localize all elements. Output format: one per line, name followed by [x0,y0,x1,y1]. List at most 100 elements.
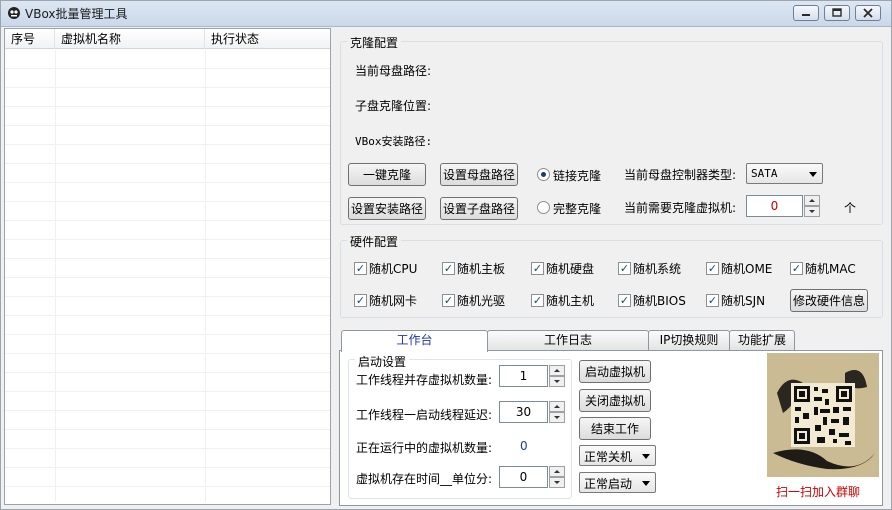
hardware-checkbox-1[interactable]: ✓ [442,262,455,275]
table-row[interactable] [5,373,330,392]
list-body [5,50,330,502]
concurrent-vm-stepper[interactable] [549,365,565,387]
vm-lifetime-input[interactable]: 0 [499,466,548,488]
set-install-path-button[interactable]: 设置安装路径 [348,197,426,220]
startup-mode-select[interactable]: 正常启动 [579,472,656,493]
row-divider [205,240,206,259]
clone-count-stepper[interactable] [804,195,820,217]
one-click-clone-button[interactable]: 一键克隆 [348,163,426,186]
controller-type-label: 当前母盘控制器类型: [624,168,737,182]
row-divider [205,373,206,392]
row-divider [205,107,206,126]
table-row[interactable] [5,107,330,126]
table-row[interactable] [5,354,330,373]
stepper-up-icon[interactable] [549,466,565,477]
table-row[interactable] [5,183,330,202]
stepper-up-icon[interactable] [804,195,820,206]
row-divider [55,297,56,316]
vm-list[interactable]: 序号 虚拟机名称 执行状态 [4,28,331,505]
table-row[interactable] [5,126,330,145]
column-header-vm-name[interactable]: 虚拟机名称 [55,29,205,49]
clone-count-label: 当前需要克隆虚拟机: [624,201,737,215]
startup-mode-value: 正常启动 [584,477,633,491]
tab-extensions[interactable]: 功能扩展 [729,330,795,350]
stepper-up-icon[interactable] [549,401,565,412]
column-header-index[interactable]: 序号 [5,29,55,49]
hardware-checkbox-10[interactable]: ✓ [706,294,719,307]
row-divider [205,487,206,502]
table-row[interactable] [5,240,330,259]
table-row[interactable] [5,221,330,240]
row-divider [55,316,56,335]
clone-count-input[interactable]: 0 [746,195,803,217]
table-row[interactable] [5,202,330,221]
stepper-up-icon[interactable] [549,365,565,376]
row-divider [205,278,206,297]
row-divider [205,259,206,278]
table-row[interactable] [5,259,330,278]
modify-hardware-button[interactable]: 修改硬件信息 [790,289,868,312]
stop-vm-button[interactable]: 关闭虚拟机 [579,389,651,412]
vm-lifetime-stepper[interactable] [549,466,565,488]
hardware-checkbox-3[interactable]: ✓ [618,262,631,275]
table-row[interactable] [5,316,330,335]
table-row[interactable] [5,88,330,107]
row-divider [55,69,56,88]
chevron-down-icon [642,454,650,459]
table-row[interactable] [5,145,330,164]
table-row[interactable] [5,411,330,430]
set-child-path-button[interactable]: 设置子盘路径 [440,197,518,220]
row-divider [205,164,206,183]
table-row[interactable] [5,468,330,487]
hardware-checkbox-6[interactable]: ✓ [354,294,367,307]
row-divider [55,164,56,183]
tab-workbench[interactable]: 工作台 [341,330,488,352]
stepper-down-icon[interactable] [549,412,565,423]
qr-code-image [767,353,879,477]
hardware-checkbox-2[interactable]: ✓ [531,262,544,275]
start-vm-button[interactable]: 启动虚拟机 [579,360,651,383]
table-row[interactable] [5,164,330,183]
maximize-button[interactable] [824,5,850,21]
hardware-checkbox-4[interactable]: ✓ [706,262,719,275]
list-header: 序号 虚拟机名称 执行状态 [5,29,330,49]
stepper-down-icon[interactable] [804,206,820,217]
table-row[interactable] [5,449,330,468]
table-row[interactable] [5,69,330,88]
table-row[interactable] [5,430,330,449]
stepper-down-icon[interactable] [549,376,565,387]
end-work-button[interactable]: 结束工作 [579,417,651,440]
tab-work-log[interactable]: 工作日志 [487,330,649,350]
table-row[interactable] [5,392,330,411]
tab-ip-switch-rules[interactable]: IP切换规则 [648,330,730,350]
row-divider [205,126,206,145]
start-delay-label: 工作线程一启动线程延迟: [356,408,493,422]
concurrent-vm-input[interactable]: 1 [499,365,548,387]
table-row[interactable] [5,297,330,316]
hardware-checkbox-0[interactable]: ✓ [354,262,367,275]
close-button[interactable] [855,5,881,21]
start-delay-stepper[interactable] [549,401,565,423]
table-row[interactable] [5,487,330,502]
table-row[interactable] [5,50,330,69]
hardware-config-title: 硬件配置 [347,233,402,250]
table-row[interactable] [5,335,330,354]
minimize-button[interactable] [793,5,819,21]
shutdown-mode-select[interactable]: 正常关机 [579,445,656,466]
qr-code-icon [767,353,879,477]
table-row[interactable] [5,278,330,297]
row-divider [55,107,56,126]
hardware-checkbox-9[interactable]: ✓ [618,294,631,307]
hardware-checkbox-7[interactable]: ✓ [442,294,455,307]
linked-clone-radio[interactable] [537,168,550,181]
controller-type-select[interactable]: SATA [746,163,823,184]
full-clone-radio[interactable] [537,201,550,214]
stepper-down-icon[interactable] [549,477,565,488]
column-header-status[interactable]: 执行状态 [205,29,325,49]
start-delay-input[interactable]: 30 [499,401,548,423]
vm-lifetime-value: 0 [519,470,528,484]
set-mother-path-button[interactable]: 设置母盘路径 [440,163,518,186]
running-vm-count: 0 [520,439,528,453]
hardware-checkbox-8[interactable]: ✓ [531,294,544,307]
hardware-checkbox-5[interactable]: ✓ [790,262,803,275]
